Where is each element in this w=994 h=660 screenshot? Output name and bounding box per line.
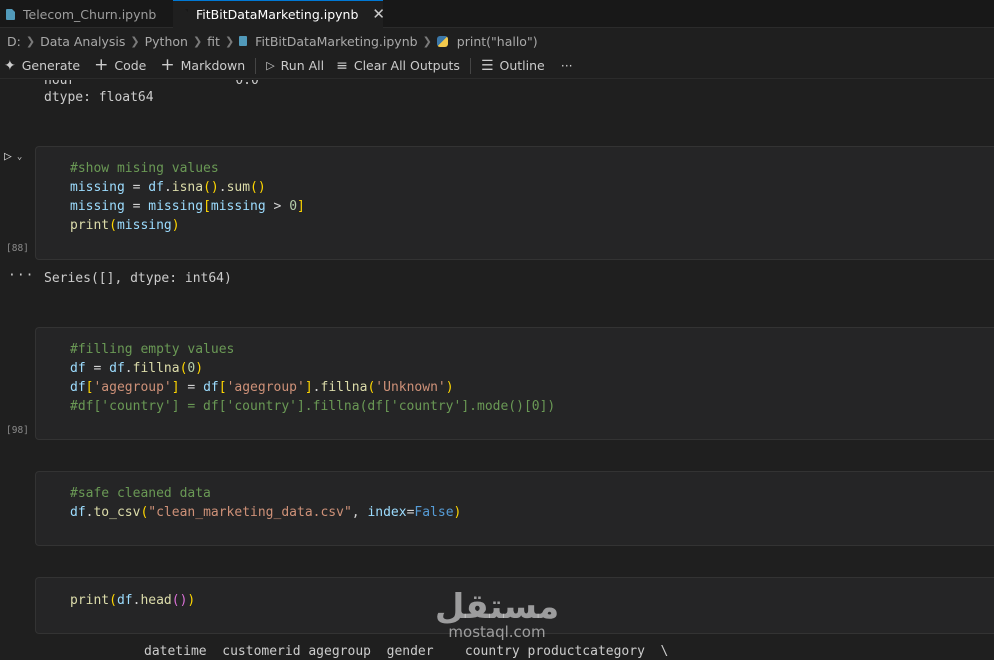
code-line: #show mising values [70,161,219,176]
code-line: print(missing) [70,218,180,233]
generate-button[interactable]: ✦ Generate [0,55,84,77]
output-text: hour [44,80,76,88]
code-line: missing = missing[missing > 0] [70,199,305,214]
notebook-file-icon [6,8,15,20]
code-line: print(df.head()) [70,593,196,608]
watermark-arabic: مستقل [434,587,560,627]
chevron-right-icon: ❯ [192,34,203,48]
tab-telecom-churn[interactable]: Telecom_Churn.ipynb [0,0,172,28]
outline-label: Outline [499,58,545,73]
execution-count: [88] [6,243,29,254]
breadcrumb-symbol[interactable]: print("hallo") [457,34,538,49]
outline-button[interactable]: ☰ Outline [477,55,549,77]
add-markdown-cell-button[interactable]: + Markdown [156,55,249,77]
execution-count: [98] [6,425,29,436]
chevron-down-icon: ⌄ [16,151,23,162]
notebook-file-icon [239,36,248,46]
breadcrumb-file[interactable]: FitBitDataMarketing.ipynb [255,34,417,49]
sparkle-icon: ✦ [4,57,16,74]
plus-icon: + [160,55,175,75]
code-line: #df['country'] = df['country'].fillna(df… [70,399,556,414]
tab-label: FitBitDataMarketing.ipynb [196,7,359,22]
add-code-cell-button[interactable]: + Code [90,55,150,77]
watermark-latin: mostaql.com [448,623,546,641]
previous-output: hour 0.0 [44,80,259,88]
breadcrumb: D: ❯ Data Analysis ❯ Python ❯ fit ❯ FitB… [0,29,994,53]
notebook-toolbar: ✦ Generate + Code + Markdown ▷ Run All ≡… [0,53,994,79]
breadcrumb-folder-data-analysis[interactable]: Data Analysis [40,34,125,49]
clear-outputs-icon: ≡ [336,57,348,74]
more-icon: ··· [560,58,573,73]
chevron-right-icon: ❯ [422,34,432,48]
generate-label: Generate [21,58,81,73]
code-line: #safe cleaned data [70,486,211,501]
breadcrumb-folder-fit[interactable]: fit [207,34,220,49]
output-actions-button[interactable]: ··· [8,268,34,283]
toolbar-divider [255,57,257,74]
code-line: df = df.fillna(0) [70,361,204,376]
list-icon: ☰ [480,57,494,74]
notebook-editor: hour 0.0 dtype: float64 ▷ ⌄ #show mising … [0,80,994,660]
plus-icon: + [94,55,109,75]
run-cell-button[interactable]: ▷ ⌄ [4,149,34,164]
tab-label: Telecom_Churn.ipynb [23,6,157,22]
output-text: 0.0 [235,80,259,88]
tab-fitbit-data-marketing[interactable]: FitBitDataMarketing.ipynb ✕ [173,0,385,28]
cell-output: Series([], dtype: int64) [44,271,232,286]
add-code-label: Code [114,58,147,73]
add-markdown-label: Markdown [180,58,246,73]
python-icon [436,35,448,47]
play-icon: ▷ [4,149,12,164]
code-cell[interactable]: #safe cleaned data df.to_csv("clean_mark… [35,471,994,546]
chevron-right-icon: ❯ [130,34,140,48]
run-all-button[interactable]: ▷ Run All [262,55,328,77]
breadcrumb-folder-python[interactable]: Python [145,34,188,49]
code-cell[interactable]: #filling empty values df = df.fillna(0) … [35,327,994,440]
toolbar-divider [469,57,471,74]
previous-output-dtype: dtype: float64 [44,90,154,105]
code-line: df['agegroup'] = df['agegroup'].fillna('… [70,380,454,395]
code-line: missing = df.isna().sum() [70,180,266,195]
run-all-label: Run All [280,58,325,73]
code-line: #filling empty values [70,342,235,357]
clear-all-outputs-button[interactable]: ≡ Clear All Outputs [332,55,464,77]
cell-output: datetime customerid agegroup gender coun… [144,644,669,659]
close-icon[interactable]: ✕ [372,7,385,22]
clear-outputs-label: Clear All Outputs [353,58,460,73]
chevron-right-icon: ❯ [224,34,235,48]
code-line: df.to_csv("clean_marketing_data.csv", in… [70,505,462,520]
breadcrumb-drive[interactable]: D: [7,34,21,49]
chevron-right-icon: ❯ [25,34,36,48]
run-all-icon: ▷ [266,59,275,72]
more-actions-button[interactable]: ··· [557,55,577,77]
tab-bar: Telecom_Churn.ipynb FitBitDataMarketing.… [0,0,994,28]
code-cell[interactable]: #show mising values missing = df.isna().… [35,146,994,260]
watermark-logo: مستقل mostaql.com [432,590,562,640]
